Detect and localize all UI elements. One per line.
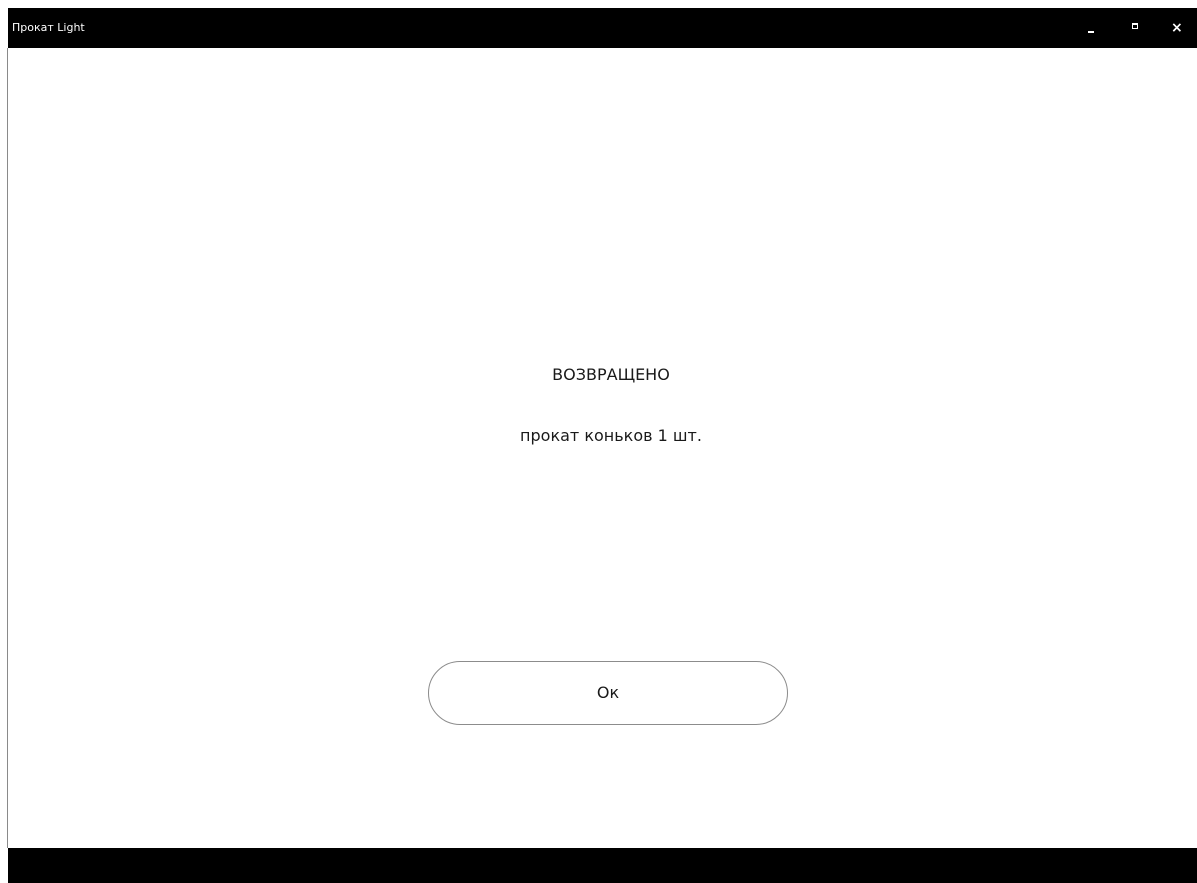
content-area: ВОЗВРАЩЕНО прокат коньков 1 шт. Ок: [8, 48, 1197, 848]
close-button[interactable]: ×: [1168, 18, 1188, 38]
rental-detail: прокат коньков 1 шт.: [520, 426, 702, 445]
ok-button[interactable]: Ок: [428, 661, 788, 725]
maximize-button[interactable]: [1126, 18, 1146, 38]
minimize-icon: [1088, 31, 1094, 33]
close-icon: ×: [1171, 20, 1183, 36]
title-bar[interactable]: Прокат Light ×: [8, 8, 1197, 48]
bottom-bar: [8, 848, 1197, 883]
status-message: ВОЗВРАЩЕНО: [552, 365, 670, 384]
maximize-icon: [1132, 23, 1138, 29]
top-strip: [0, 0, 1197, 8]
window-title: Прокат Light: [12, 21, 85, 34]
minimize-button[interactable]: [1082, 18, 1102, 38]
app-window: Прокат Light × ВОЗВРАЩЕНО прокат коньков…: [0, 0, 1197, 883]
